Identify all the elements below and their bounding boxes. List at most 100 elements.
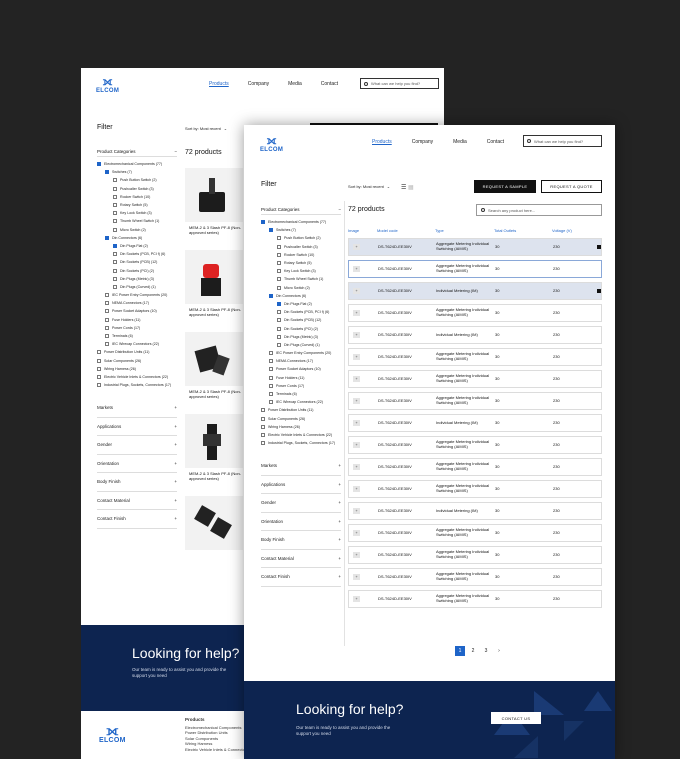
row-select-checkbox[interactable]: [597, 465, 601, 469]
search-box[interactable]: What can we help you find?: [523, 135, 602, 147]
checkbox[interactable]: [105, 293, 109, 298]
category-item[interactable]: Din Connectors (6): [97, 234, 177, 242]
category-item[interactable]: Electromechanical Components (77): [97, 160, 177, 168]
checkbox[interactable]: [113, 186, 117, 191]
facet-gender[interactable]: Gender +: [97, 436, 177, 455]
sort-dropdown[interactable]: Sort by: Most recent ⌄: [185, 126, 227, 131]
facet-contact-finish[interactable]: Contact Finish +: [97, 510, 177, 529]
checkbox[interactable]: [277, 277, 281, 282]
category-item[interactable]: Power Cords (17): [261, 382, 341, 390]
expand-icon[interactable]: +: [353, 574, 360, 580]
product-card[interactable]: MEM-2 & 3 Slash PF-8 (Non-approved serie…: [185, 250, 243, 330]
col-model[interactable]: Model code: [377, 228, 435, 233]
checkbox[interactable]: [277, 334, 281, 339]
row-select-checkbox[interactable]: [597, 245, 601, 249]
category-item[interactable]: Industrial Plugs, Sockets, Connectors (1…: [97, 381, 177, 389]
expand-icon[interactable]: +: [353, 398, 360, 404]
table-row[interactable]: + DS-T624D-EE30IV Aggregate Metering Indiv…: [348, 524, 602, 542]
expand-icon[interactable]: +: [353, 310, 360, 316]
table-row[interactable]: + DS-T624D-EE30IV Aggregate Metering Indiv…: [348, 590, 602, 608]
facet-markets[interactable]: Markets +: [261, 457, 341, 476]
row-select-checkbox[interactable]: [597, 311, 601, 315]
table-row[interactable]: + DS-T624D-EE30IV Aggregate Metering Indiv…: [348, 458, 602, 476]
category-item[interactable]: Power Socket Adaptors (10): [97, 307, 177, 315]
category-item[interactable]: Rotary Switch (5): [261, 259, 341, 267]
checkbox[interactable]: [277, 269, 281, 274]
category-item[interactable]: Power Socket Adaptors (10): [261, 365, 341, 373]
row-select-checkbox[interactable]: [597, 597, 601, 601]
expand-icon[interactable]: +: [353, 552, 360, 558]
checkbox[interactable]: [113, 243, 117, 248]
checkbox[interactable]: [105, 170, 109, 175]
table-row[interactable]: + DS-T624D-EE30IV Aggregate Metering Indiv…: [348, 348, 602, 366]
category-item[interactable]: Din Sockets (PCB, PCI f) (6): [97, 250, 177, 258]
row-select-checkbox[interactable]: [597, 553, 601, 557]
expand-icon[interactable]: +: [353, 332, 360, 338]
category-item[interactable]: Din Plugs Flat (2): [97, 242, 177, 250]
checkbox[interactable]: [269, 383, 273, 388]
product-card[interactable]: MEM-2 & 3 Slash PF-8 (Non-approved serie…: [185, 168, 243, 248]
category-item[interactable]: IEC Power Entry Components (20): [261, 349, 341, 357]
category-item[interactable]: Electromechanical Components (77): [261, 218, 341, 226]
checkbox[interactable]: [269, 392, 273, 397]
checkbox[interactable]: [261, 416, 265, 421]
category-item[interactable]: Key Lock Switch (3): [97, 209, 177, 217]
category-item[interactable]: Din Plugs (Metric) (3): [97, 275, 177, 283]
table-row[interactable]: + DS-T624D-EE30IV Aggregate Metering Indiv…: [348, 546, 602, 564]
facet-orientation[interactable]: Orientation +: [261, 513, 341, 531]
category-item[interactable]: NEMA Connectors (17): [261, 357, 341, 365]
checkbox[interactable]: [113, 219, 117, 224]
category-item[interactable]: Solar Components (26): [261, 415, 341, 423]
row-select-checkbox[interactable]: [597, 377, 601, 381]
category-item[interactable]: Industrial Plugs, Sockets, Connectors (1…: [261, 439, 341, 447]
checkbox[interactable]: [113, 284, 117, 289]
category-item[interactable]: Terminals (6): [97, 332, 177, 340]
category-item[interactable]: Din Plugs (Curved) (1): [261, 341, 341, 349]
checkbox[interactable]: [277, 261, 281, 266]
checkbox[interactable]: [113, 178, 117, 183]
footer-product-link[interactable]: Electric Vehicle Inlets & Connectors: [185, 747, 248, 753]
nav-media[interactable]: Media: [453, 139, 467, 145]
facet-markets[interactable]: Markets +: [97, 399, 177, 418]
category-item[interactable]: Switches (7): [97, 168, 177, 176]
col-voltage[interactable]: Voltage (V): [552, 228, 602, 233]
table-row[interactable]: + DS-T624D-EE30IV Individual Metering (IM)…: [348, 326, 602, 344]
page-1-button[interactable]: 1: [455, 646, 465, 656]
table-row[interactable]: + DS-T624D-EE30IV Aggregate Metering Indiv…: [348, 568, 602, 586]
checkbox[interactable]: [277, 252, 281, 257]
checkbox[interactable]: [269, 375, 273, 380]
category-item[interactable]: Din Sockets (PCI) (2): [97, 266, 177, 274]
footer-logo[interactable]: ⟗ ELCOM: [99, 723, 126, 744]
checkbox[interactable]: [97, 374, 101, 379]
expand-icon[interactable]: +: [353, 376, 360, 382]
row-select-checkbox[interactable]: [597, 399, 601, 403]
row-select-checkbox[interactable]: [597, 575, 601, 579]
checkbox[interactable]: [277, 310, 281, 315]
checkbox[interactable]: [113, 227, 117, 232]
row-select-checkbox[interactable]: [597, 421, 601, 425]
facet-contact-material[interactable]: Contact Material +: [261, 550, 341, 568]
list-view-icon[interactable]: ☰: [401, 184, 406, 191]
search-input[interactable]: What can we help you find?: [371, 81, 420, 86]
row-select-checkbox[interactable]: [597, 531, 601, 535]
checkbox[interactable]: [105, 317, 109, 322]
category-item[interactable]: Rocker Switch (10): [97, 193, 177, 201]
row-select-checkbox[interactable]: [597, 333, 601, 337]
checkbox[interactable]: [277, 318, 281, 323]
category-item[interactable]: Rocker Switch (10): [261, 251, 341, 259]
expand-icon[interactable]: +: [353, 420, 360, 426]
product-card[interactable]: [185, 496, 243, 576]
col-image[interactable]: Image: [348, 228, 377, 233]
row-select-checkbox[interactable]: [597, 289, 601, 293]
category-item[interactable]: Push Button Switch (2): [261, 234, 341, 242]
checkbox[interactable]: [261, 441, 265, 446]
product-card[interactable]: MEM-2 & 3 Slash PF-8 (Non-approved serie…: [185, 414, 243, 494]
col-type[interactable]: Type: [435, 228, 494, 233]
checkbox[interactable]: [277, 244, 281, 249]
facet-applications[interactable]: Applications +: [261, 476, 341, 494]
nav-media[interactable]: Media: [288, 81, 302, 87]
category-item[interactable]: Pushcaller Switch (3): [261, 243, 341, 251]
table-row[interactable]: + DS-T624D-EE30IV Aggregate Metering Indiv…: [348, 480, 602, 498]
product-card[interactable]: MEM-2 & 3 Slash PF-8 (Non-approved serie…: [185, 332, 243, 412]
checkbox[interactable]: [97, 358, 101, 363]
